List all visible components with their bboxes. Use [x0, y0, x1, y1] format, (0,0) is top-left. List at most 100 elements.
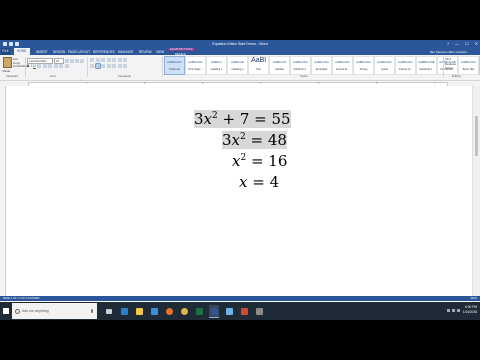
chrome-icon[interactable] [179, 305, 189, 317]
change-case-icon[interactable] [75, 59, 79, 63]
edge-icon[interactable] [119, 305, 129, 317]
style-subtle-emphasis[interactable]: AaBbCcDu Subtle Em... [290, 56, 311, 75]
ruler-tick: 2 [144, 81, 146, 85]
align-left-icon[interactable] [90, 64, 94, 68]
equation-line-1[interactable]: 3x2 + 7 = 55 [194, 110, 291, 128]
style-preview: AaBbCcDc [188, 60, 203, 64]
tab-mailings[interactable]: MAILINGS [118, 50, 133, 54]
document-page[interactable]: 3x2 + 7 = 55 3x2 = 48 x2 = 16 x = 4 [6, 86, 472, 320]
bold-button[interactable]: B [27, 64, 29, 68]
volume-icon[interactable] [452, 309, 455, 312]
style-preview: AABBCCDE [418, 60, 435, 64]
text-effects-icon[interactable] [53, 64, 58, 68]
select-button[interactable]: Select [445, 66, 456, 71]
close-button[interactable]: ✕ [475, 41, 478, 46]
style-preview: AaBbCcDc [377, 60, 392, 64]
italic-button[interactable]: I [31, 64, 32, 68]
multilevel-list-icon[interactable] [101, 58, 105, 62]
app-icon[interactable] [224, 305, 234, 317]
highlight-icon[interactable] [59, 64, 64, 68]
style-name: Subtitle [275, 68, 284, 71]
style-intense-quote[interactable]: AaBbCcDc Intense Q... [395, 56, 416, 75]
microphone-icon[interactable] [91, 309, 93, 313]
numbering-icon[interactable] [95, 58, 100, 62]
windows-logo-icon [3, 308, 9, 314]
title-bar: Equation Editor Start Demo - Word ? — ☐ … [0, 40, 480, 48]
word-icon[interactable] [209, 305, 219, 318]
style-intense-emphasis[interactable]: AaBbCcDu Intense E... [332, 56, 353, 75]
style-title[interactable]: AaBl Title [248, 56, 269, 75]
style-heading-2[interactable]: AaBbCcE Heading 2 [227, 56, 248, 75]
style-emphasis[interactable]: AaBbCcDu Emphasis [311, 56, 332, 75]
search-box[interactable]: Ask me anything [12, 303, 97, 319]
minimize-button[interactable]: — [455, 41, 459, 46]
tab-references[interactable]: REFERENCES [93, 50, 115, 54]
grow-font-icon[interactable] [65, 59, 69, 63]
tab-view[interactable]: VIEW [156, 50, 164, 54]
task-view-icon[interactable] [104, 305, 114, 317]
equation-line-3[interactable]: x2 = 16 [232, 152, 287, 170]
paste-button[interactable]: Paste [2, 57, 12, 73]
style-preview: AaBbCc [210, 60, 222, 64]
zoom-level[interactable]: 100% [470, 297, 477, 300]
style-subtle-reference[interactable]: AABBCCDE Subtle Ref... [416, 56, 437, 75]
store-icon[interactable] [149, 305, 159, 317]
tab-review[interactable]: REVIEW [139, 50, 152, 54]
shrink-font-icon[interactable] [70, 59, 74, 63]
divider [443, 57, 444, 77]
style-strong[interactable]: AaBbCcDu Strong [353, 56, 374, 75]
equation-rest: = 48 [245, 131, 287, 149]
tab-file[interactable]: FILE [1, 48, 10, 55]
excel-icon[interactable] [194, 305, 204, 317]
show-marks-icon[interactable] [123, 58, 127, 62]
editing-group: Find Replace Select [445, 57, 456, 71]
font-color-icon[interactable] [64, 64, 69, 68]
equation-line-2[interactable]: 3x2 = 48 [222, 131, 287, 149]
align-right-icon[interactable] [101, 64, 105, 68]
underline-button[interactable]: U [33, 64, 35, 68]
align-center-icon[interactable] [94, 63, 101, 69]
sort-icon[interactable] [117, 58, 122, 62]
increase-indent-icon[interactable] [112, 58, 116, 62]
network-icon[interactable] [447, 309, 450, 312]
borders-icon[interactable] [123, 64, 127, 68]
tab-insert[interactable]: INSERT [36, 50, 48, 54]
maximize-button[interactable]: ☐ [465, 41, 469, 46]
style-subtitle[interactable]: AaBbCcD Subtitle [269, 56, 290, 75]
decrease-indent-icon[interactable] [106, 58, 111, 62]
file-explorer-icon[interactable] [134, 305, 144, 317]
status-page-words[interactable]: PAGE 1 OF 1 7 OF 14 WORDS [3, 297, 39, 300]
app-icon[interactable] [254, 305, 264, 317]
user-account[interactable]: Ben Morrison (Ben Cusack) ... [430, 50, 470, 54]
firefox-icon[interactable] [164, 305, 174, 317]
app-icon[interactable] [239, 305, 249, 317]
equation-line-4[interactable]: x = 4 [239, 173, 279, 191]
vertical-scrollbar[interactable] [472, 86, 480, 320]
strikethrough-icon[interactable] [37, 64, 42, 68]
shading-icon[interactable] [117, 64, 122, 68]
style-name: ¶ Normal [169, 68, 180, 71]
clear-formatting-icon[interactable] [80, 59, 84, 63]
tab-home[interactable]: HOME [14, 48, 30, 55]
style-quote[interactable]: AaBbCcDc Quote [374, 56, 395, 75]
style-no-spacing[interactable]: AaBbCcDc ¶ No Spac... [185, 56, 206, 75]
start-button[interactable] [0, 302, 12, 320]
bullets-icon[interactable] [90, 58, 94, 62]
style-heading-1[interactable]: AaBbCc Heading 1 [206, 56, 227, 75]
tab-page-layout[interactable]: PAGE LAYOUT [68, 50, 90, 54]
style-book-title[interactable]: AaBbCcDe Book Title [458, 56, 479, 75]
justify-icon[interactable] [106, 64, 111, 68]
tab-design[interactable]: DESIGN [53, 50, 65, 54]
style-normal[interactable]: AaBbCcDc ¶ Normal [164, 56, 185, 75]
superscript-icon[interactable] [48, 64, 53, 68]
ribbon: Paste Cut Copy Format Painter Clipboard … [0, 55, 480, 81]
notifications-icon[interactable] [457, 309, 460, 312]
clock[interactable]: 6:00 PM 1/14/2016 [463, 305, 477, 315]
equation-highlight: 3x2 = 48 [222, 131, 287, 149]
line-spacing-icon[interactable] [112, 64, 116, 68]
scrollbar-thumb[interactable] [475, 116, 478, 156]
subscript-icon[interactable] [42, 64, 47, 68]
style-preview: AaBbCcDc [398, 60, 413, 64]
style-preview: AaBl [251, 57, 266, 64]
help-button[interactable]: ? [447, 41, 449, 46]
